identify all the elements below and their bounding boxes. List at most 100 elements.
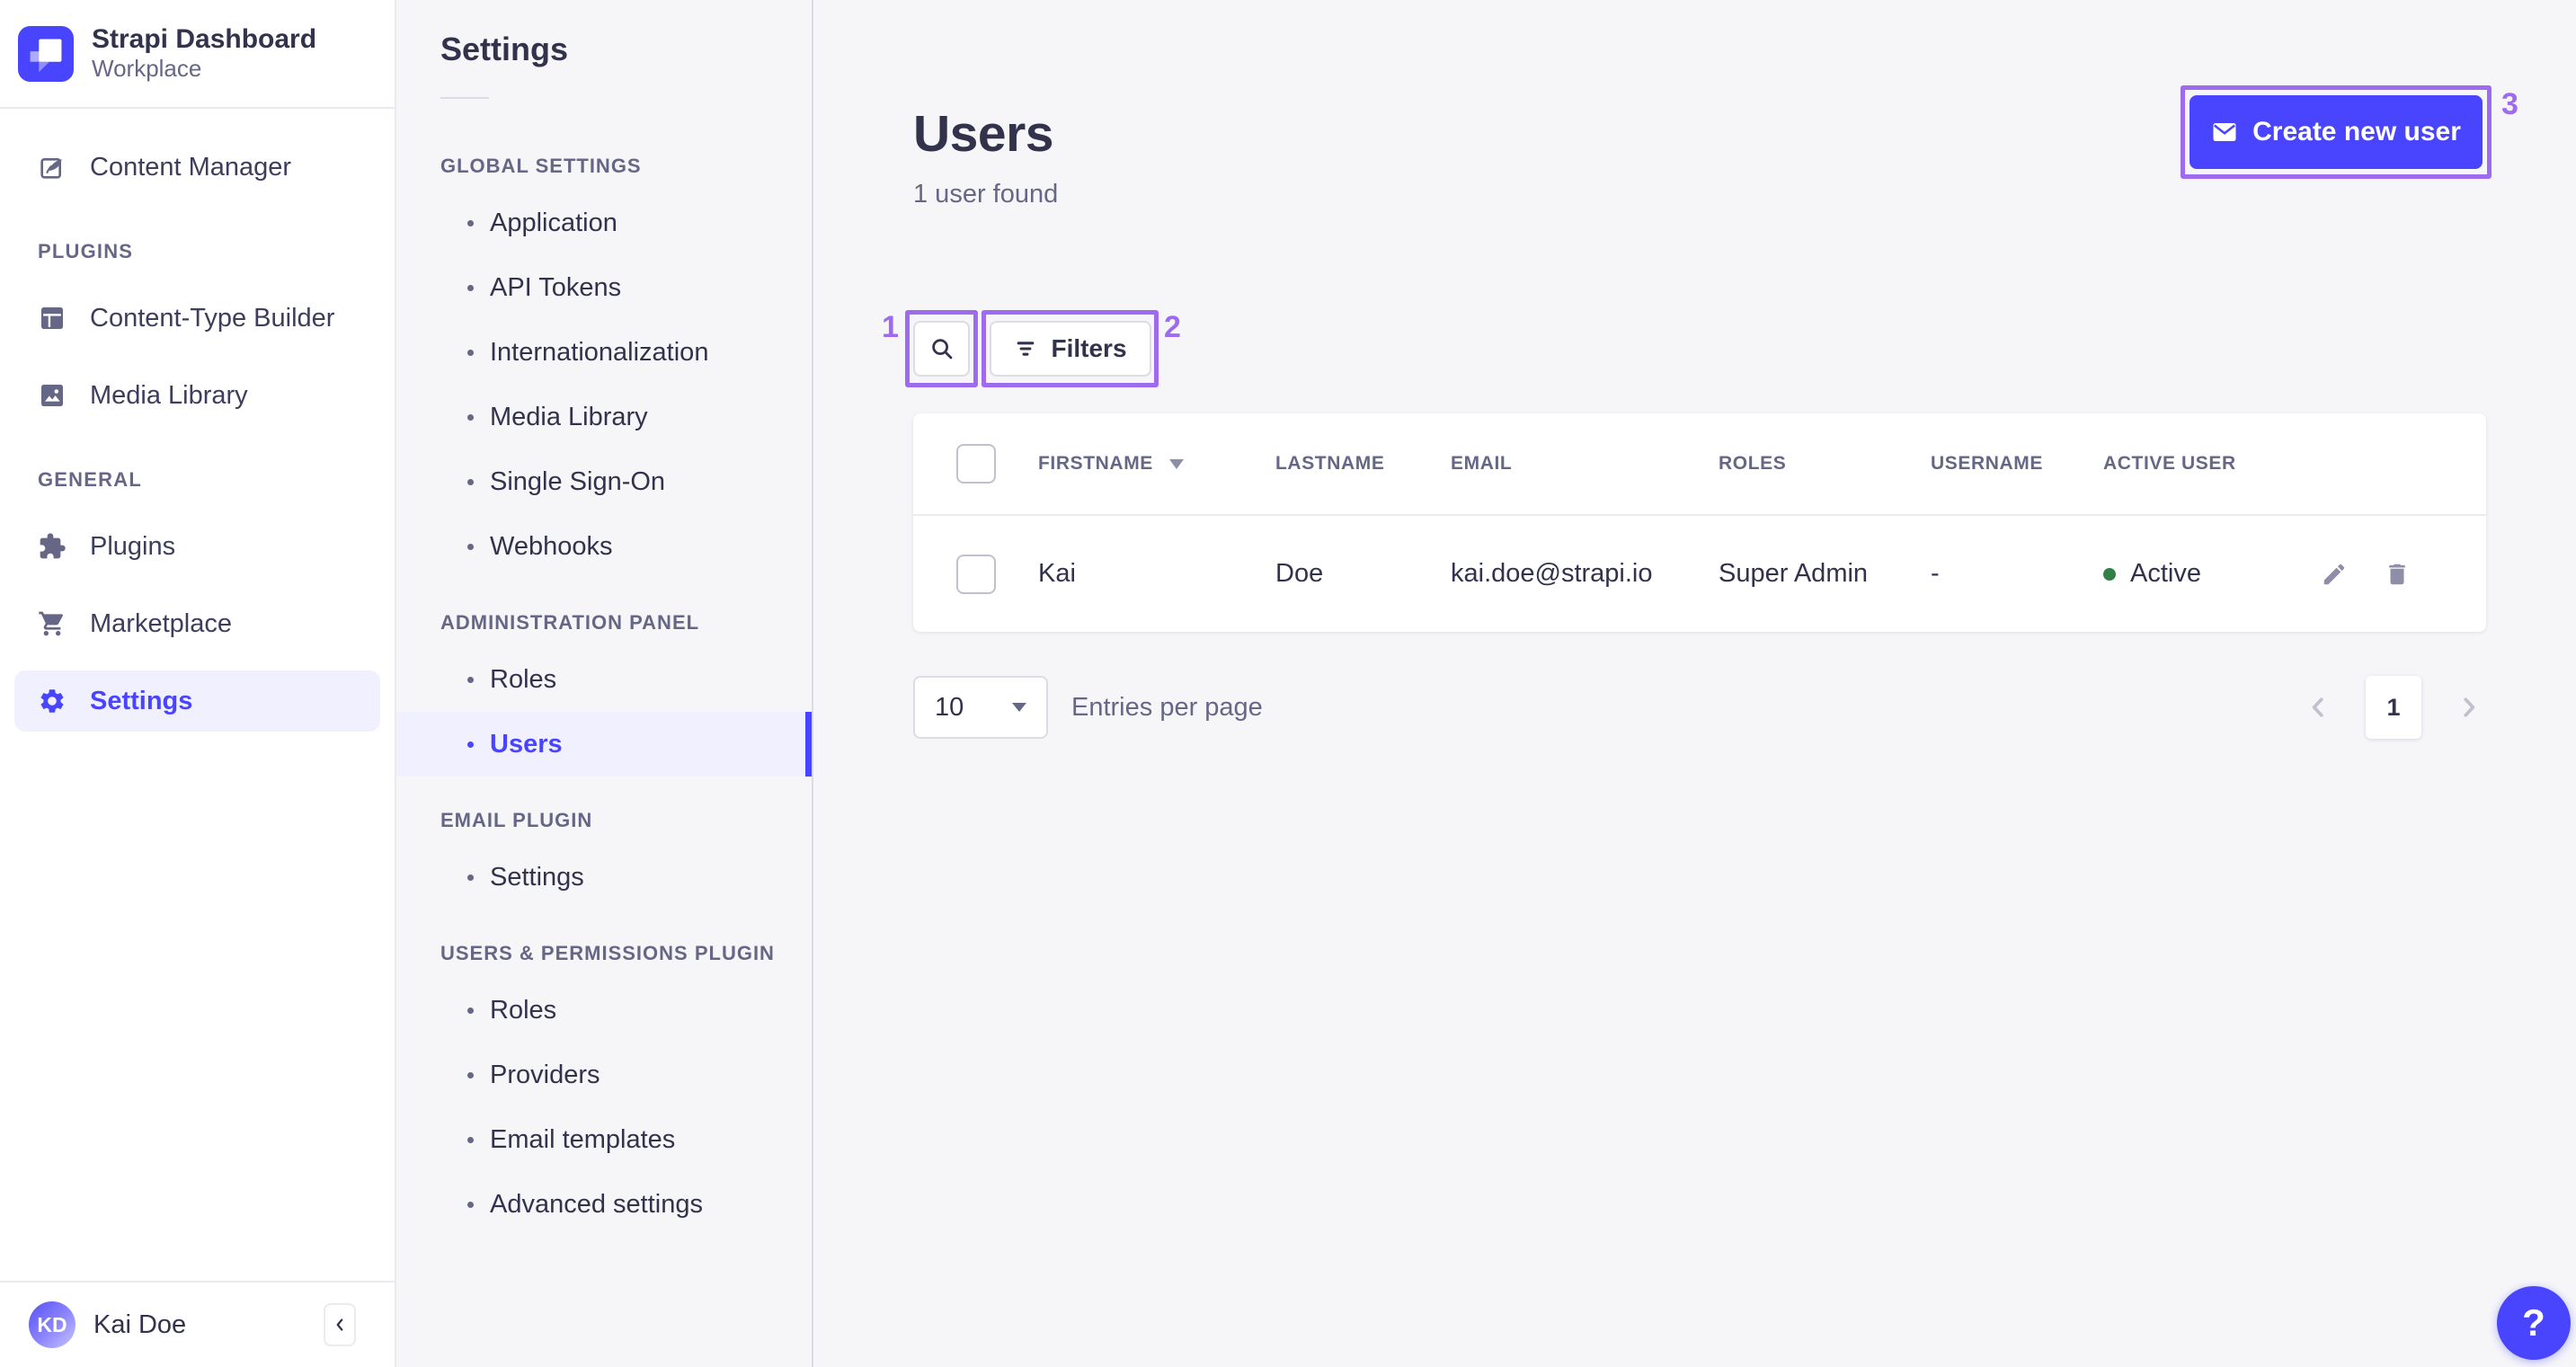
users-table: FIRSTNAME LASTNAME EMAIL ROLES USERNAME … [913,413,2486,632]
page-size-value: 10 [935,692,964,722]
pagination: 1 [2305,676,2483,739]
search-button[interactable] [913,321,970,377]
nav-item-label: Settings [90,686,193,715]
delete-button[interactable] [2384,561,2411,588]
settings-nav-label: Application [490,208,617,237]
sort-descending-icon [1168,458,1184,469]
bullet-icon [467,1136,474,1143]
gear-icon [38,687,67,715]
brand-text: Strapi Dashboard Workplace [92,24,316,84]
bullet-icon [467,219,474,226]
bullet-icon [467,741,474,748]
nav-item-label: Marketplace [90,608,232,638]
row-select-cell [913,554,1038,594]
column-header-lastname: LASTNAME [1275,453,1385,474]
trash-icon [2389,564,2405,584]
brand: Strapi Dashboard Workplace [0,0,395,109]
nav-item-media-library[interactable]: Media Library [0,357,395,434]
main-nav-list: Content Manager PLUGINS Content-Type Bui… [0,109,395,732]
settings-nav-label: Providers [490,1060,600,1089]
settings-nav-label: Roles [490,664,557,694]
user-count-text: 1 user found [913,180,1059,209]
filter-icon [1017,342,1035,356]
settings-nav-item-application[interactable]: Application [396,191,812,255]
edit-button[interactable] [2321,561,2348,588]
section-users-permissions-plugin: USERS & PERMISSIONS PLUGIN [440,942,775,964]
settings-nav-item-api-tokens[interactable]: API Tokens [396,255,812,320]
settings-nav-item-users[interactable]: Users [396,712,812,777]
column-header-firstname[interactable]: FIRSTNAME [1038,453,1275,475]
annotation-box-1 [905,310,978,387]
settings-nav-item-media-library[interactable]: Media Library [396,385,812,449]
previous-page-button[interactable] [2305,694,2332,721]
nav-item-plugins[interactable]: Plugins [0,508,395,585]
users-permissions-list: Roles Providers Email templates Advanced… [396,978,812,1237]
main-content: Users 1 user found Create new user 3 1 F… [813,0,2576,1367]
settings-nav-item-email-templates[interactable]: Email templates [396,1107,812,1172]
settings-nav-item-webhooks[interactable]: Webhooks [396,514,812,579]
settings-nav-item-advanced-settings[interactable]: Advanced settings [396,1172,812,1237]
column-header-email: EMAIL [1451,453,1513,474]
pencil-icon [2323,564,2345,584]
cart-icon [38,609,67,638]
collapse-sidebar-button[interactable] [324,1303,356,1346]
bullet-icon [467,1201,474,1208]
create-new-user-button[interactable]: Create new user [2190,95,2483,169]
bullet-icon [467,874,474,881]
nav-item-content-type-builder[interactable]: Content-Type Builder [0,280,395,357]
bullet-icon [467,543,474,550]
page-1-button[interactable]: 1 [2366,676,2421,739]
column-header-username: USERNAME [1931,453,2043,474]
filters-button[interactable]: Filters [989,321,1151,377]
bullet-icon [467,284,474,291]
row-actions [2301,561,2486,588]
avatar[interactable]: KD [29,1301,76,1348]
column-label: FIRSTNAME [1038,453,1153,474]
active-status-dot-icon [2103,567,2116,581]
main-nav-sidebar: Strapi Dashboard Workplace Content Manag… [0,0,396,1367]
select-all-checkbox[interactable] [956,444,996,484]
nav-item-settings[interactable]: Settings [14,670,380,732]
annotation-number-3: 3 [2501,87,2518,121]
nav-item-content-manager[interactable]: Content Manager [0,129,395,206]
next-page-button[interactable] [2456,694,2483,721]
page-size-select[interactable]: 10 [913,676,1048,739]
settings-nav-label: Single Sign-On [490,466,666,496]
search-icon [931,339,952,360]
chevron-left-icon [2312,697,2323,717]
row-checkbox[interactable] [956,554,996,594]
chevron-right-icon [2464,697,2475,717]
section-email-plugin: EMAIL PLUGIN [440,809,593,831]
cell-username: - [1931,559,1940,588]
annotation-box-2: Filters [982,310,1159,387]
help-button[interactable]: ? [2497,1286,2571,1360]
nav-section-plugins: PLUGINS [38,240,134,262]
settings-nav-item-email-settings[interactable]: Settings [396,845,812,910]
chevron-down-icon [1012,703,1026,712]
settings-nav-item-internationalization[interactable]: Internationalization [396,320,812,385]
active-status-label: Active [2130,559,2201,588]
bullet-icon [467,413,474,421]
cell-firstname: Kai [1038,559,1076,588]
filters-label: Filters [1051,334,1127,362]
annotation-number-1: 1 [882,310,899,344]
settings-nav-label: Roles [490,995,557,1025]
nav-item-marketplace[interactable]: Marketplace [0,585,395,662]
settings-nav-label: API Tokens [490,272,622,302]
page-size-controls: 10 Entries per page [913,676,1263,739]
chevron-left-icon [336,1318,343,1331]
annotation-box-3: Create new user [2181,85,2492,179]
entries-per-page-label: Entries per page [1071,692,1263,722]
settings-nav-label: Users [490,729,563,759]
nav-section-general: GENERAL [38,468,142,491]
settings-sub-nav: Settings GLOBAL SETTINGS Application API… [396,0,813,1367]
settings-nav-item-providers[interactable]: Providers [396,1043,812,1107]
settings-nav-item-single-sign-on[interactable]: Single Sign-On [396,449,812,514]
settings-nav-item-roles-up[interactable]: Roles [396,978,812,1043]
select-all-cell [913,444,1038,484]
workspace-name: Workplace [92,55,202,83]
user-name: Kai Doe [93,1309,187,1339]
column-header-active-user: ACTIVE USER [2103,453,2236,474]
settings-nav-item-roles-admin[interactable]: Roles [396,647,812,712]
plugins-section-list: Content-Type Builder Media Library [0,280,395,434]
